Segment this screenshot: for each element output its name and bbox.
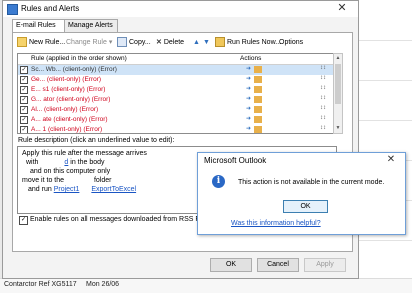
tab-email-rules[interactable]: E-mail Rules bbox=[12, 19, 66, 33]
rss-rules-checkbox[interactable]: ✓ bbox=[19, 216, 28, 225]
options-button[interactable]: Options bbox=[279, 37, 303, 49]
chevron-down-icon: ▾ bbox=[106, 39, 113, 46]
rule-name: Sc... Wb... (client-only) (Error) bbox=[31, 66, 117, 73]
run-order-icon: ↕↕ bbox=[320, 85, 326, 91]
move-down-button[interactable]: ▼ bbox=[203, 37, 210, 49]
change-rule-button[interactable]: Change Rule ▾ bbox=[66, 37, 112, 49]
rule-row[interactable]: ✓ Ge... (client-only) (Error) ➜ ↕↕ bbox=[18, 75, 334, 85]
new-rule-icon bbox=[17, 37, 27, 48]
scroll-down-arrow-icon[interactable]: ▼ bbox=[334, 124, 342, 132]
message-box-text: This action is not available in the curr… bbox=[238, 179, 385, 186]
rule-name: A... 1 (client-only) (Error) bbox=[31, 126, 103, 133]
rule-row[interactable]: ✓ Sc... Wb... (client-only) (Error) ➜ ↕↕ bbox=[18, 65, 334, 75]
rule-name: G... ator (client-only) (Error) bbox=[31, 96, 111, 103]
move-up-button[interactable]: ▲ bbox=[193, 37, 200, 49]
folder-icon bbox=[254, 76, 262, 83]
dialog-titlebar: Rules and Alerts ✕ bbox=[3, 1, 358, 17]
rule-checkbox[interactable]: ✓ bbox=[20, 96, 28, 104]
rule-name: Ge... (client-only) (Error) bbox=[31, 76, 102, 83]
message-box-title: Microsoft Outlook bbox=[204, 156, 267, 165]
delete-icon: ✕ bbox=[156, 39, 164, 46]
rule-name: E... s1 (client-only) (Error) bbox=[31, 86, 106, 93]
message-row-sender: Contarctor Ref XG5117 bbox=[4, 281, 77, 288]
rules-list-scrollbar[interactable]: ▲ ▼ bbox=[333, 53, 343, 134]
run-order-icon: ↕↕ bbox=[320, 125, 326, 131]
action-arrow-icon: ➜ bbox=[246, 86, 252, 92]
message-box-ok-button[interactable]: OK bbox=[283, 200, 328, 213]
description-line: Apply this rule after the message arrive… bbox=[22, 150, 147, 157]
run-order-icon: ↕↕ bbox=[320, 95, 326, 101]
action-arrow-icon: ➜ bbox=[246, 76, 252, 82]
folder-icon bbox=[254, 66, 262, 73]
new-rule-button[interactable]: New Rule... bbox=[17, 37, 65, 49]
rule-row[interactable]: ✓ G... ator (client-only) (Error) ➜ ↕↕ bbox=[18, 95, 334, 105]
action-arrow-icon: ➜ bbox=[246, 116, 252, 122]
copy-button[interactable]: Copy... bbox=[117, 37, 151, 49]
rule-column-header: Rule (applied in the order shown) bbox=[31, 55, 127, 62]
script-macro-link[interactable]: ExportToExcel bbox=[91, 186, 136, 193]
outlook-message-box: Microsoft Outlook ✕ i This action is not… bbox=[197, 152, 406, 235]
copy-icon bbox=[117, 37, 127, 48]
description-line: move it to the folder bbox=[22, 177, 112, 184]
arrow-up-icon: ▲ bbox=[193, 39, 200, 46]
delete-button[interactable]: ✕ Delete bbox=[156, 37, 184, 49]
message-row-date: Mon 26/06 bbox=[86, 281, 120, 288]
information-icon: i bbox=[212, 175, 225, 188]
rss-rules-label: Enable rules on all messages downloaded … bbox=[30, 216, 215, 223]
rule-checkbox[interactable]: ✓ bbox=[20, 106, 28, 114]
message-box-close-button[interactable]: ✕ bbox=[382, 154, 400, 166]
folder-icon bbox=[254, 126, 262, 133]
rule-row[interactable]: ✓ Al... (client-only) (Error) ➜ ↕↕ bbox=[18, 105, 334, 115]
apply-button[interactable]: Apply bbox=[304, 258, 346, 272]
rule-row[interactable]: ✓ E... s1 (client-only) (Error) ➜ ↕↕ bbox=[18, 85, 334, 95]
action-arrow-icon: ➜ bbox=[246, 96, 252, 102]
run-order-icon: ↕↕ bbox=[320, 75, 326, 81]
script-project-link[interactable]: Project1 bbox=[54, 186, 80, 193]
rule-name: A... ate (client-only) (Error) bbox=[31, 116, 108, 123]
run-rules-now-button[interactable]: Run Rules Now... bbox=[215, 37, 281, 49]
rule-checkbox[interactable]: ✓ bbox=[20, 116, 28, 124]
run-order-icon: ↕↕ bbox=[320, 65, 326, 71]
rule-description-label: Rule description (click an underlined va… bbox=[18, 137, 175, 144]
rules-list-header: Rule (applied in the order shown) Action… bbox=[18, 54, 334, 65]
rule-checkbox[interactable]: ✓ bbox=[20, 76, 28, 84]
folder-icon bbox=[254, 106, 262, 113]
rules-and-alerts-dialog: Rules and Alerts ✕ E-mail Rules Manage A… bbox=[2, 0, 359, 279]
scroll-thumb[interactable] bbox=[335, 64, 341, 104]
dialog-title: Rules and Alerts bbox=[21, 4, 80, 13]
tab-manage-alerts[interactable]: Manage Alerts bbox=[64, 19, 118, 32]
run-order-icon: ↕↕ bbox=[320, 115, 326, 121]
rule-name: Al... (client-only) (Error) bbox=[31, 106, 99, 113]
rules-app-icon bbox=[7, 4, 18, 15]
rule-checkbox[interactable]: ✓ bbox=[20, 86, 28, 94]
helpful-feedback-link[interactable]: Was this information helpful? bbox=[231, 220, 321, 227]
scroll-up-arrow-icon[interactable]: ▲ bbox=[334, 54, 342, 62]
action-arrow-icon: ➜ bbox=[246, 106, 252, 112]
folder-icon bbox=[254, 116, 262, 123]
dialog-close-button[interactable]: ✕ bbox=[332, 2, 352, 15]
description-line: with d in the body bbox=[26, 159, 105, 166]
rule-row[interactable]: ✓ A... ate (client-only) (Error) ➜ ↕↕ bbox=[18, 115, 334, 125]
folder-icon bbox=[254, 86, 262, 93]
folder-icon bbox=[254, 96, 262, 103]
rule-checkbox[interactable]: ✓ bbox=[20, 66, 28, 74]
action-arrow-icon: ➜ bbox=[246, 66, 252, 72]
rule-row[interactable]: ✓ A... 1 (client-only) (Error) ➜ ↕↕ bbox=[18, 125, 334, 133]
run-rules-icon bbox=[215, 37, 225, 48]
background-reading-pane bbox=[357, 0, 412, 292]
description-line: and on this computer only bbox=[30, 168, 111, 175]
arrow-down-icon: ▼ bbox=[203, 39, 210, 46]
ok-button[interactable]: OK bbox=[210, 258, 252, 272]
rule-checkbox[interactable]: ✓ bbox=[20, 126, 28, 133]
action-arrow-icon: ➜ bbox=[246, 126, 252, 132]
run-order-icon: ↕↕ bbox=[320, 105, 326, 111]
cancel-button[interactable]: Cancel bbox=[257, 258, 299, 272]
actions-column-header: Actions bbox=[240, 55, 262, 62]
description-line: and run Project1 ExportToExcel bbox=[28, 186, 137, 193]
background-message-row[interactable]: Contarctor Ref XG5117 Mon 26/06 bbox=[0, 278, 412, 293]
rules-list[interactable]: Rule (applied in the order shown) Action… bbox=[17, 53, 335, 134]
condition-value-link[interactable]: d bbox=[40, 159, 68, 166]
